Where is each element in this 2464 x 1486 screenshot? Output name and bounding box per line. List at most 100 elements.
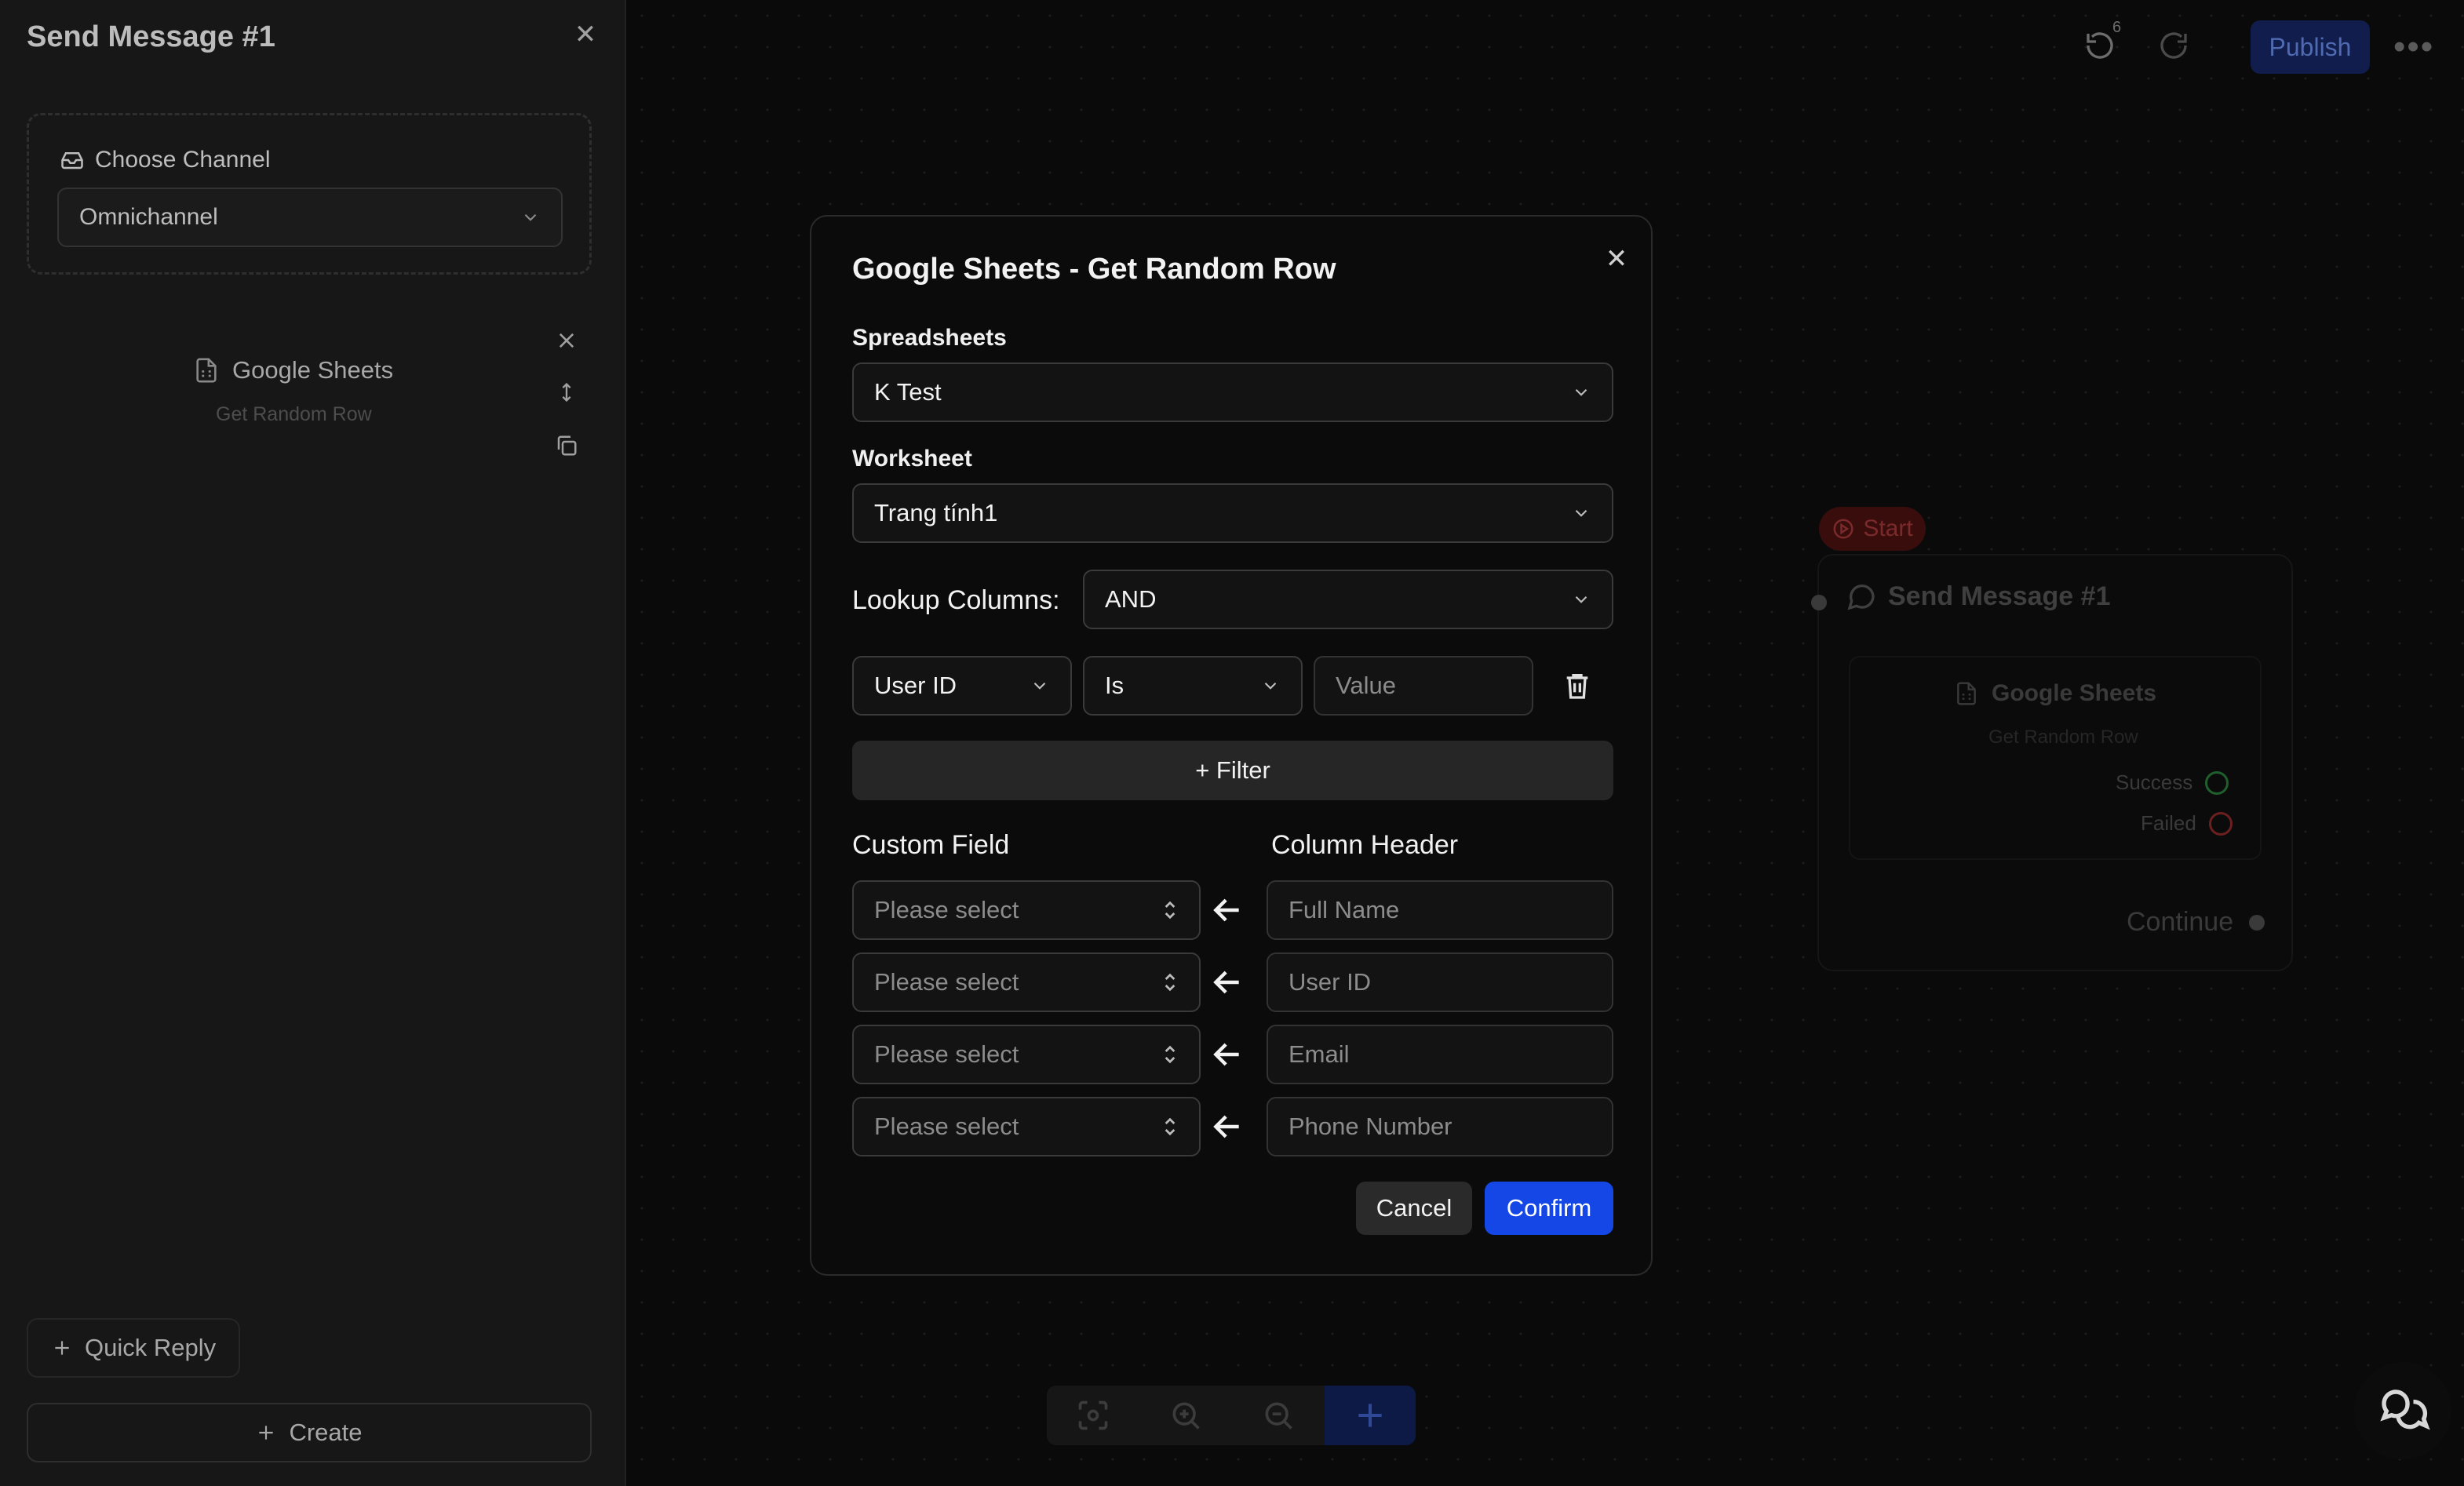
custom-field-select[interactable]: Please select: [852, 952, 1201, 1012]
column-header-field[interactable]: Full Name: [1267, 880, 1613, 940]
channel-label-text: Choose Channel: [95, 147, 271, 173]
chevron-down-icon: [1575, 388, 1587, 396]
custom-field-value: Please select: [874, 896, 1019, 923]
quick-reply-button[interactable]: Quick Reply: [27, 1318, 240, 1378]
chevron-down-icon: [1575, 595, 1587, 603]
node-input-handle[interactable]: [1811, 595, 1827, 610]
action-item-subtitle: Get Random Row: [216, 403, 372, 425]
sheet-file-icon: [1957, 682, 1976, 705]
node-action-title-text: Google Sheets: [1992, 680, 2157, 706]
chevron-updown-icon: [1165, 1117, 1176, 1136]
column-header-field[interactable]: Phone Number: [1267, 1097, 1613, 1156]
more-menu-icon[interactable]: •••: [2393, 24, 2433, 71]
spreadsheets-label: Spreadsheets: [852, 325, 1007, 351]
node-output-failed[interactable]: Failed: [2141, 811, 2233, 836]
filter-value-input[interactable]: Value: [1314, 656, 1533, 716]
custom-field-value: Please select: [874, 968, 1019, 996]
continue-label: Continue: [2127, 907, 2234, 937]
close-icon[interactable]: ✕: [1601, 243, 1632, 275]
custom-field-select[interactable]: Please select: [852, 1025, 1201, 1084]
arrow-left-icon: [1210, 1037, 1245, 1072]
channel-select-value: Omnichannel: [79, 204, 218, 230]
lookup-columns-label: Lookup Columns:: [852, 585, 1060, 615]
spreadsheet-value: K Test: [874, 378, 942, 406]
filter-operator-value: Is: [1105, 672, 1124, 699]
failed-label: Failed: [2141, 811, 2196, 835]
publish-button[interactable]: Publish: [2251, 20, 2370, 74]
create-button[interactable]: Create: [27, 1403, 592, 1462]
plus-icon: [259, 1426, 274, 1440]
plus-icon: [55, 1341, 69, 1355]
undo-icon[interactable]: [2084, 30, 2116, 61]
continue-handle[interactable]: [2249, 914, 2265, 931]
lookup-operator-select[interactable]: AND: [1083, 570, 1613, 629]
action-item-title: Google Sheets: [232, 356, 394, 384]
cancel-button[interactable]: Cancel: [1356, 1182, 1472, 1235]
worksheet-value: Trang tính1: [874, 499, 998, 526]
custom-field-select[interactable]: Please select: [852, 1097, 1201, 1156]
side-panel: Send Message #1 ✕ Choose Channel Omnicha…: [0, 0, 626, 1486]
close-icon[interactable]: [551, 325, 582, 356]
custom-field-header: Custom Field: [852, 830, 1010, 860]
lookup-operator-value: AND: [1105, 585, 1157, 613]
channel-section: Choose Channel Omnichannel: [27, 113, 592, 275]
chevron-updown-icon: [1165, 901, 1176, 920]
arrow-left-icon: [1210, 1109, 1245, 1144]
chevron-down-icon: [1033, 682, 1046, 690]
channel-label: Choose Channel: [59, 147, 271, 173]
arrow-left-icon: [1210, 893, 1245, 927]
fit-view-icon[interactable]: [1047, 1386, 1139, 1445]
failed-handle[interactable]: [2208, 811, 2233, 836]
chevron-updown-icon: [1165, 973, 1176, 992]
confirm-button[interactable]: Confirm: [1485, 1182, 1613, 1235]
success-handle[interactable]: [2205, 770, 2229, 795]
message-icon: [1847, 585, 1875, 610]
zoom-in-icon[interactable]: [1139, 1386, 1232, 1445]
chevron-down-icon: [524, 213, 537, 221]
node-output-success[interactable]: Success: [2116, 770, 2229, 795]
app-root: Send Message #1 ✕ Choose Channel Omnicha…: [0, 0, 2464, 1486]
play-circle-icon: [1833, 519, 1853, 539]
close-icon[interactable]: ✕: [571, 20, 600, 49]
node-title-text: Send Message #1: [1888, 581, 2111, 611]
add-node-icon[interactable]: [1325, 1386, 1416, 1445]
canvas-controls: [1047, 1386, 1416, 1445]
custom-field-select[interactable]: Please select: [852, 880, 1201, 940]
spreadsheet-select[interactable]: K Test: [852, 362, 1613, 422]
filter-column-select[interactable]: User ID: [852, 656, 1072, 716]
custom-field-value: Please select: [874, 1040, 1019, 1068]
trash-icon[interactable]: [1562, 668, 1593, 703]
node-output-continue[interactable]: Continue: [2127, 907, 2265, 938]
column-header-field[interactable]: User ID: [1267, 952, 1613, 1012]
zoom-out-icon[interactable]: [1232, 1386, 1325, 1445]
redo-icon[interactable]: [2158, 30, 2189, 61]
undo-count-badge: 6: [2112, 19, 2122, 36]
quick-reply-label: Quick Reply: [85, 1334, 217, 1361]
filter-column-value: User ID: [874, 672, 957, 699]
chevron-updown-icon: [1165, 1045, 1176, 1064]
worksheet-label: Worksheet: [852, 446, 972, 472]
move-vertical-icon[interactable]: [551, 377, 582, 408]
column-header-header: Column Header: [1271, 830, 1459, 860]
success-label: Success: [2116, 770, 2193, 794]
google-sheets-dialog: Google Sheets - Get Random Row ✕ Spreads…: [810, 215, 1653, 1276]
add-filter-button[interactable]: + Filter: [852, 741, 1613, 800]
column-header-field[interactable]: Email: [1267, 1025, 1613, 1084]
worksheet-select[interactable]: Trang tính1: [852, 483, 1613, 543]
node-action-title: Google Sheets: [1954, 679, 2156, 708]
channel-select[interactable]: Omnichannel: [57, 188, 563, 247]
copy-icon[interactable]: [551, 430, 582, 461]
node-title: Send Message #1: [1846, 581, 2110, 612]
sheet-file-icon: [196, 358, 217, 383]
dialog-title: Google Sheets - Get Random Row: [852, 253, 1336, 286]
panel-title: Send Message #1: [27, 20, 275, 53]
start-badge: Start: [1819, 507, 1926, 551]
inbox-icon: [61, 152, 83, 169]
node-action-subtitle: Get Random Row: [1988, 727, 2138, 748]
filter-operator-select[interactable]: Is: [1083, 656, 1303, 716]
arrow-left-icon: [1210, 965, 1245, 1000]
chevron-down-icon: [1575, 509, 1587, 517]
custom-field-value: Please select: [874, 1113, 1019, 1140]
chat-support-icon[interactable]: [2354, 1362, 2451, 1459]
action-item-google-sheets[interactable]: Google Sheets: [193, 355, 393, 386]
